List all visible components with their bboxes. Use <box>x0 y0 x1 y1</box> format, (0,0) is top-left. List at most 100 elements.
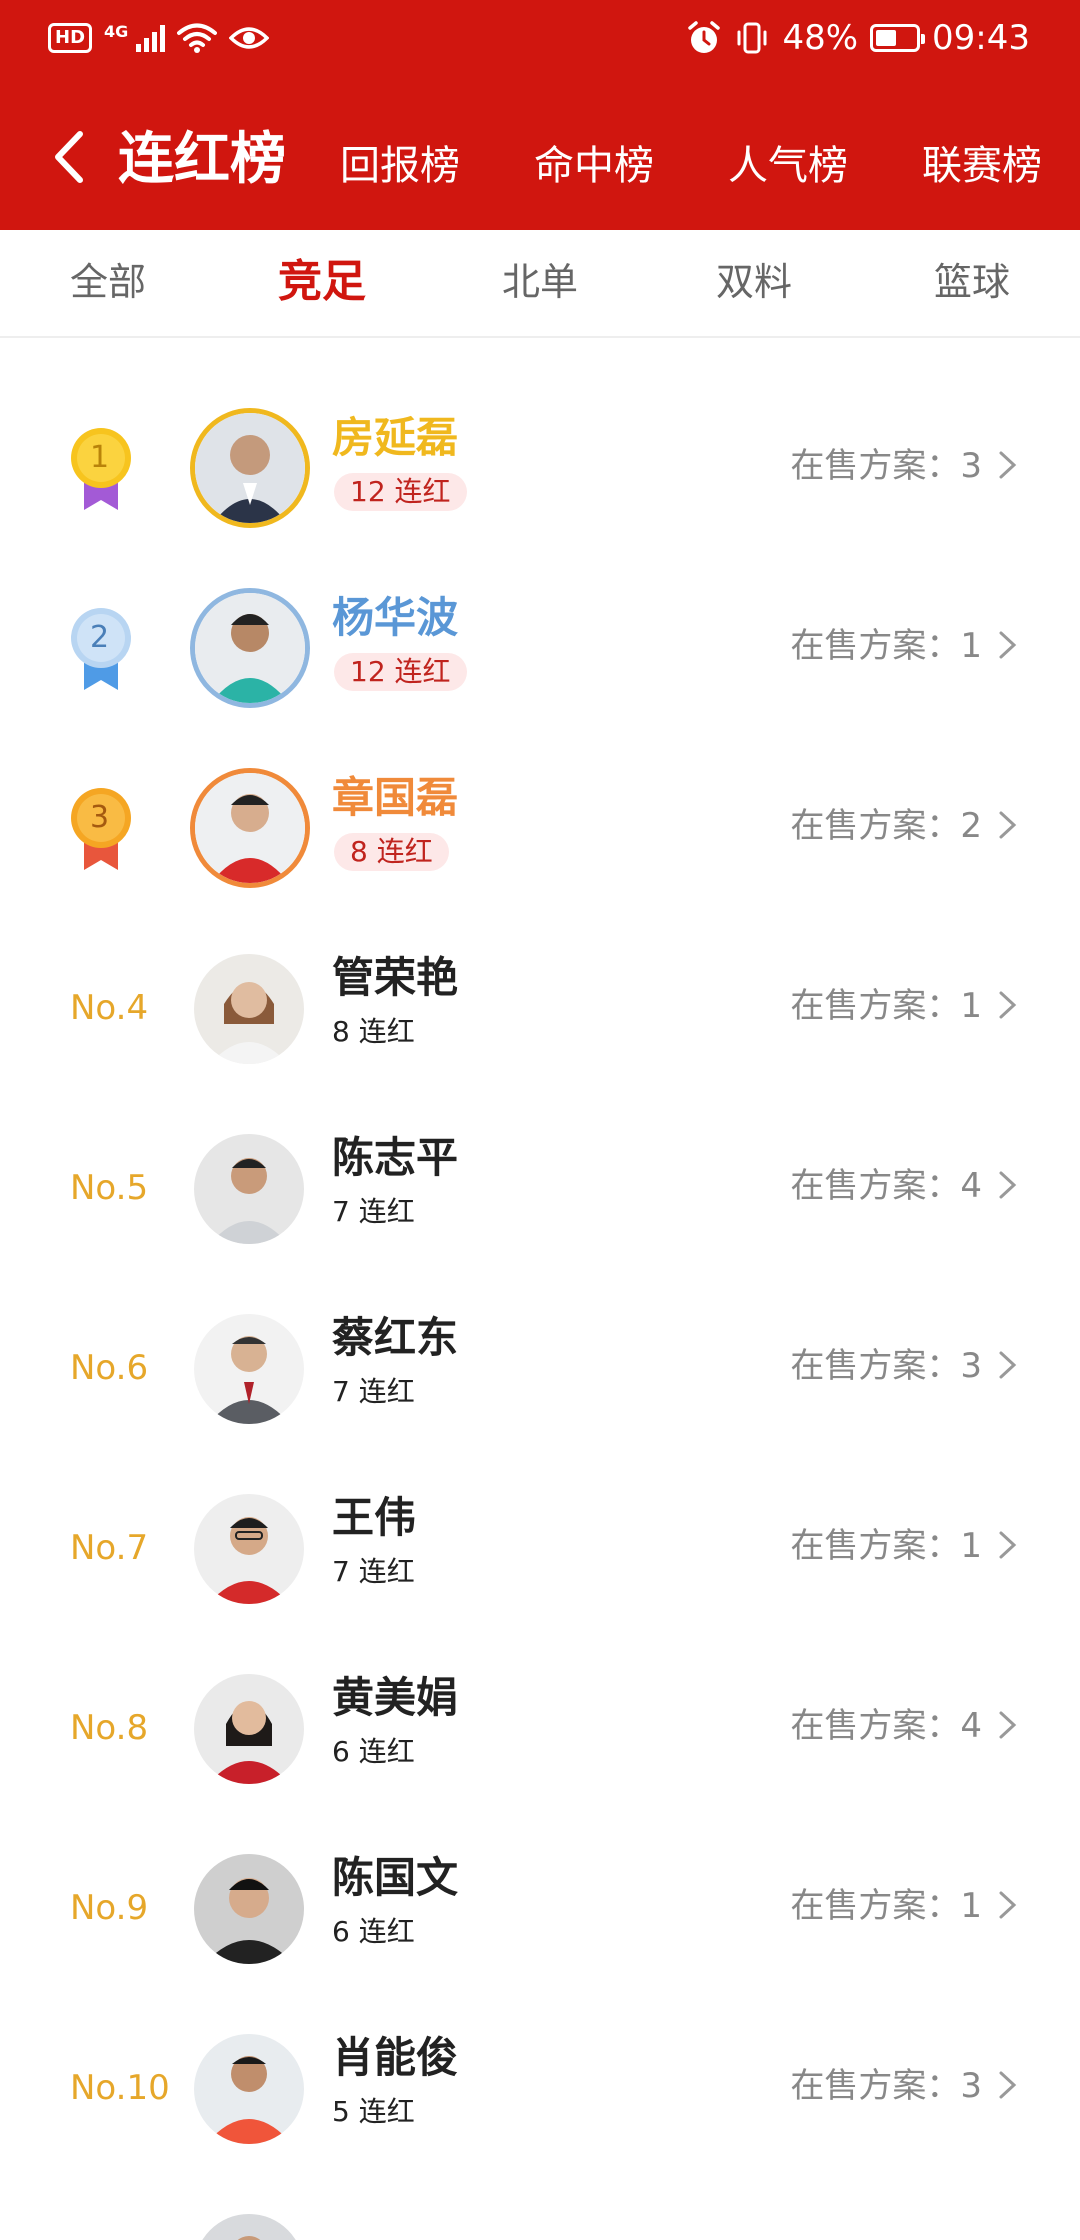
streak-badge: 12 连红 <box>334 473 467 511</box>
rank-number: 1 <box>90 440 110 475</box>
chevron-right-icon <box>999 1351 1017 1379</box>
avatar[interactable] <box>194 2034 304 2144</box>
avatar[interactable] <box>194 1134 304 1244</box>
chevron-right-icon <box>999 1171 1017 1199</box>
rank-label: No.6 <box>70 1348 149 1388</box>
avatar-image <box>194 1494 304 1604</box>
rank-label: No.5 <box>70 1168 149 1208</box>
page-title: 连红榜 <box>118 127 286 192</box>
list-item[interactable]: No.5 陈志平 7 连红 在售方案：4 <box>0 1098 1080 1278</box>
expert-name: 陈国文 <box>332 1853 459 1902</box>
category-shuangliao[interactable]: 双料 <box>716 252 792 312</box>
on-sale-count: 在售方案：3 <box>790 446 982 486</box>
avatar-image <box>194 1854 304 1964</box>
avatar[interactable] <box>190 768 310 888</box>
clock: 09:43 <box>932 18 1030 58</box>
tab-league-rank[interactable]: 联赛榜 <box>922 136 1042 196</box>
expert-name: 杨华波 <box>332 593 459 642</box>
list-item[interactable]: No.8 黄美娟 6 连红 在售方案：4 <box>0 1638 1080 1818</box>
avatar[interactable] <box>194 2214 304 2240</box>
battery-percent: 48% <box>782 18 859 58</box>
list-item-partial[interactable] <box>0 2178 1080 2240</box>
avatar-image <box>194 2034 304 2144</box>
category-beidan[interactable]: 北单 <box>502 252 578 312</box>
avatar-image <box>194 954 304 1064</box>
rank-label: No.9 <box>70 1888 149 1928</box>
chevron-right-icon <box>999 991 1017 1019</box>
list-item[interactable]: No.6 蔡红东 7 连红 在售方案：3 <box>0 1278 1080 1458</box>
chevron-left-icon <box>55 131 83 183</box>
streak-label: 6 连红 <box>332 1915 415 1948</box>
avatar-image <box>195 593 305 703</box>
rank-number: 3 <box>90 800 110 835</box>
list-item[interactable]: 1 房延磊 12 连红 在售方案：3 <box>0 378 1080 558</box>
on-sale-count: 在售方案：1 <box>790 1886 982 1926</box>
avatar[interactable] <box>194 1854 304 1964</box>
streak-badge: 8 连红 <box>334 833 449 871</box>
rank-label: No.8 <box>70 1708 149 1748</box>
avatar[interactable] <box>190 588 310 708</box>
category-jingzu[interactable]: 竞足 <box>278 252 366 312</box>
network-type: 4G <box>104 21 129 41</box>
on-sale-count: 在售方案：4 <box>790 1166 982 1206</box>
streak-label: 7 连红 <box>332 1555 415 1588</box>
wifi-icon <box>177 23 218 53</box>
rank-number: 2 <box>90 620 110 655</box>
expert-name: 黄美娟 <box>332 1673 459 1722</box>
avatar[interactable] <box>194 1674 304 1784</box>
list-item[interactable]: No.4 管荣艳 8 连红 在售方案：1 <box>0 918 1080 1098</box>
on-sale-count: 在售方案：3 <box>790 2066 982 2106</box>
chevron-right-icon <box>999 2071 1017 2099</box>
avatar-image <box>194 1314 304 1424</box>
rank-label: No.7 <box>70 1528 149 1568</box>
chevron-right-icon <box>999 451 1017 479</box>
tab-hit-rank[interactable]: 命中榜 <box>534 136 654 196</box>
streak-badge: 12 连红 <box>334 653 467 691</box>
avatar-image <box>194 1134 304 1244</box>
hd-badge: HD <box>48 23 93 53</box>
status-right: 48% 09:43 <box>686 18 1030 58</box>
avatar[interactable] <box>194 954 304 1064</box>
chevron-right-icon <box>999 1891 1017 1919</box>
avatar-image <box>195 413 305 523</box>
avatar-image <box>195 773 305 883</box>
status-left: HD 4G <box>48 21 270 54</box>
list-item[interactable]: No.10 肖能俊 5 连红 在售方案：3 <box>0 1998 1080 2178</box>
battery-icon <box>870 24 926 52</box>
list-item[interactable]: 2 杨华波 12 连红 在售方案：1 <box>0 558 1080 738</box>
expert-name: 王伟 <box>332 1493 417 1542</box>
on-sale-count: 在售方案：1 <box>790 1526 982 1566</box>
rank-label: No.10 <box>70 2068 170 2108</box>
list-item[interactable]: 3 章国磊 8 连红 在售方案：2 <box>0 738 1080 918</box>
eye-icon <box>229 27 270 49</box>
expert-name: 房延磊 <box>332 413 459 462</box>
on-sale-count: 在售方案：4 <box>790 1706 982 1746</box>
streak-label: 7 连红 <box>332 1195 415 1228</box>
list-item[interactable]: No.7 王伟 7 连红 在售方案：1 <box>0 1458 1080 1638</box>
chevron-right-icon <box>999 1531 1017 1559</box>
category-all[interactable]: 全部 <box>70 252 146 312</box>
expert-name: 蔡红东 <box>332 1313 459 1362</box>
avatar[interactable] <box>194 1494 304 1604</box>
avatar[interactable] <box>194 1314 304 1424</box>
on-sale-count: 在售方案：3 <box>790 1346 982 1386</box>
on-sale-count: 在售方案：1 <box>790 626 982 666</box>
signal-icon <box>136 24 166 52</box>
avatar-image <box>194 2214 304 2240</box>
avatar[interactable] <box>190 408 310 528</box>
expert-name: 陈志平 <box>332 1133 459 1182</box>
alarm-icon <box>688 21 721 53</box>
rank-label: No.4 <box>70 988 149 1028</box>
back-button[interactable] <box>44 122 94 192</box>
on-sale-count: 在售方案：1 <box>790 986 982 1026</box>
tab-popularity-rank[interactable]: 人气榜 <box>728 136 848 196</box>
tab-return-rank[interactable]: 回报榜 <box>340 136 460 196</box>
category-basketball[interactable]: 篮球 <box>934 252 1010 312</box>
vibrate-icon <box>737 22 767 54</box>
list-item[interactable]: No.9 陈国文 6 连红 在售方案：1 <box>0 1818 1080 1998</box>
chevron-right-icon <box>999 811 1017 839</box>
streak-label: 6 连红 <box>332 1735 415 1768</box>
expert-name: 章国磊 <box>332 773 459 822</box>
expert-name: 管荣艳 <box>332 953 459 1002</box>
streak-label: 5 连红 <box>332 2095 415 2128</box>
